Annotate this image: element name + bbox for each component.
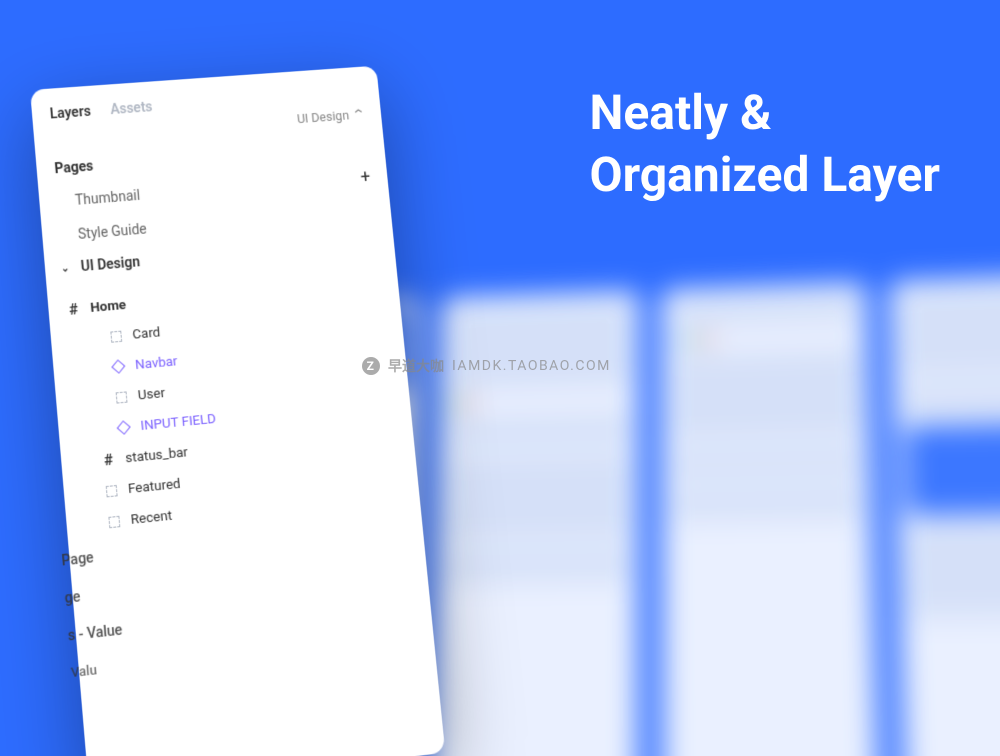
- watermark-zh: 早道大咖: [388, 356, 444, 376]
- layer-label: Home: [90, 297, 127, 316]
- page-label: Thumbnail: [74, 187, 140, 208]
- dropdown-label: UI Design: [296, 109, 349, 127]
- layer-label: Featured: [127, 476, 181, 498]
- layer-label: Navbar: [134, 353, 178, 373]
- chevron-up-icon: [353, 108, 365, 123]
- group-icon: [108, 329, 123, 344]
- group-icon: [104, 483, 119, 499]
- watermark-icon: Z: [362, 357, 380, 375]
- watermark: Z 早道大咖 IAMDK.TAOBAO.COM: [362, 356, 611, 376]
- hero-line1: Neatly &: [589, 82, 940, 144]
- hero-title: Neatly & Organized Layer: [589, 82, 940, 207]
- page-label: Style Guide: [77, 221, 147, 243]
- hero-line2: Organized Layer: [589, 144, 940, 206]
- layers-panel: Layers Assets UI Design Pages Thumbnail …: [30, 66, 445, 756]
- frame-icon: [66, 302, 81, 317]
- tab-assets[interactable]: Assets: [110, 99, 153, 118]
- group-icon: [106, 514, 121, 530]
- chevron-down-icon: [61, 263, 70, 275]
- layer-label: User: [137, 385, 166, 404]
- tab-layers[interactable]: Layers: [49, 104, 91, 123]
- frame-icon: [101, 452, 116, 468]
- watermark-en: IAMDK.TAOBAO.COM: [452, 358, 611, 374]
- add-page-icon[interactable]: +: [360, 167, 372, 188]
- layer-label: status_bar: [125, 444, 189, 466]
- component-icon: [111, 359, 126, 374]
- component-icon: [116, 420, 131, 436]
- group-icon: [113, 389, 128, 405]
- layer-label: Recent: [130, 507, 173, 528]
- layer-label: Card: [132, 324, 161, 343]
- layer-label: INPUT FIELD: [140, 411, 217, 434]
- page-label: UI Design: [80, 254, 140, 275]
